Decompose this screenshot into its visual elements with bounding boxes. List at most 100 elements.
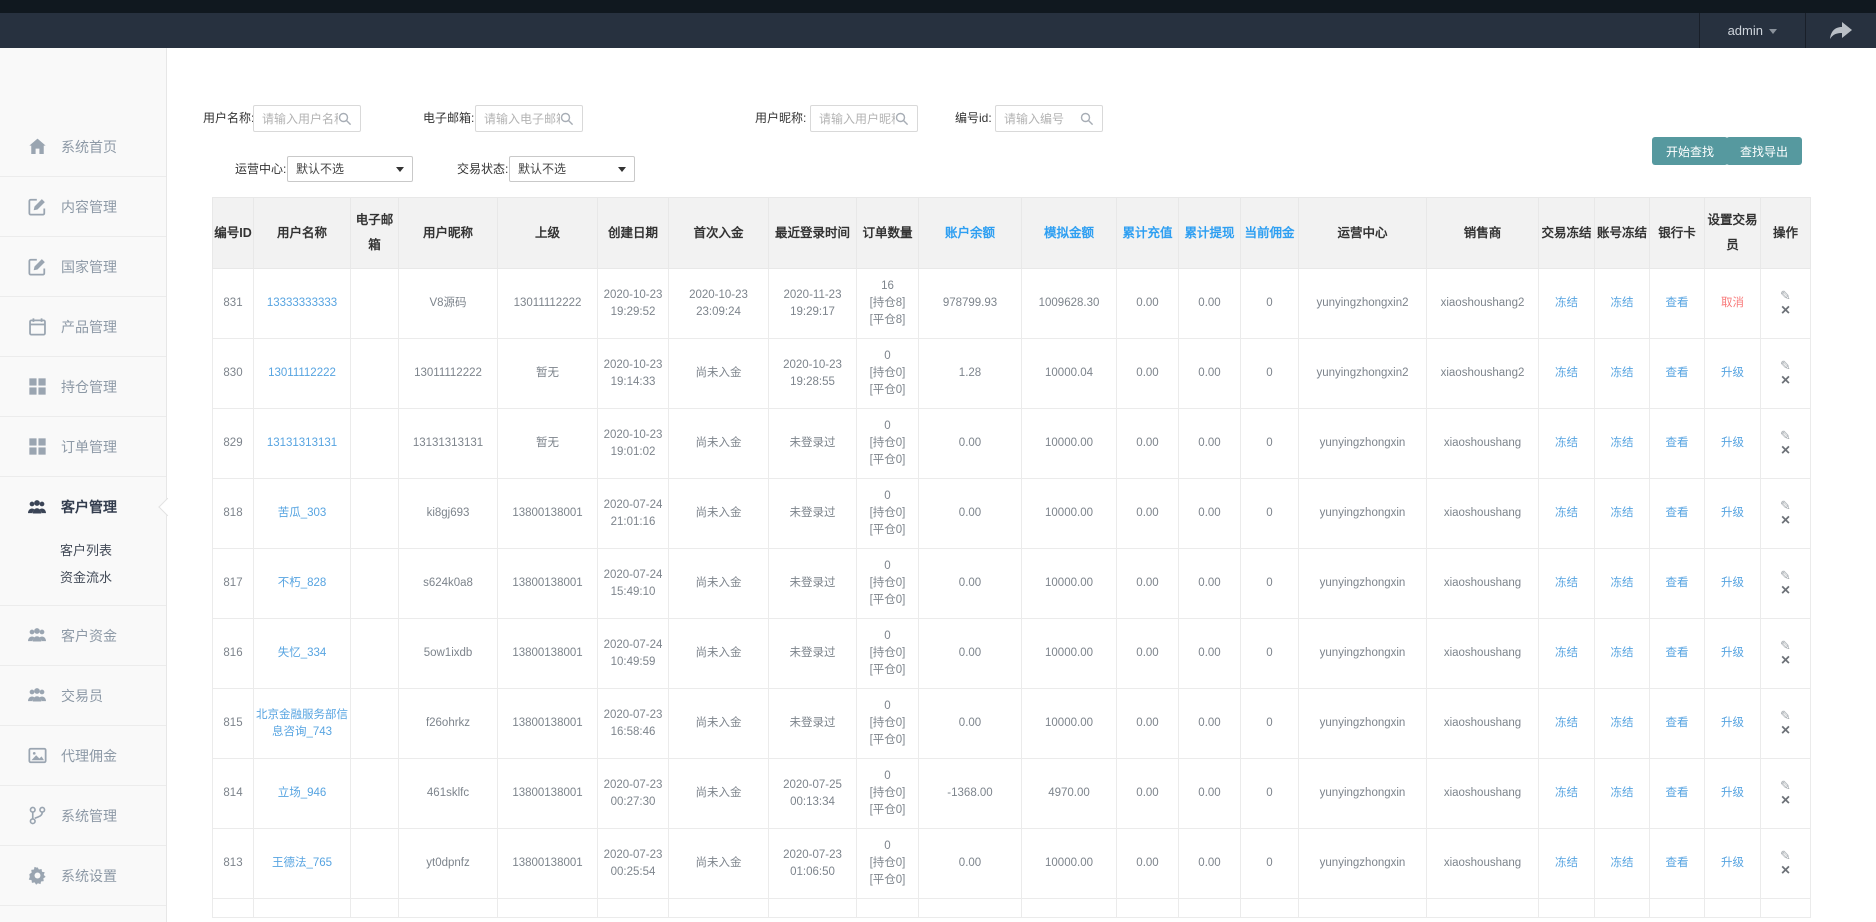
sidebar-item-customer[interactable]: 客户管理 bbox=[0, 477, 166, 537]
user-link[interactable]: 苦瓜_303 bbox=[278, 507, 327, 519]
account-freeze-link[interactable]: 冻结 bbox=[1611, 437, 1634, 449]
sidebar-item-country[interactable]: 国家管理 bbox=[0, 237, 166, 297]
cell-created: 2020-10-23 19:14:33 bbox=[598, 339, 669, 409]
cell-recharge: 0.00 bbox=[1117, 829, 1179, 899]
trade-freeze-link[interactable]: 冻结 bbox=[1555, 577, 1578, 589]
edit-row-icon[interactable]: ✎ bbox=[1780, 779, 1791, 793]
cell-seller: xiaoshoushang2 bbox=[1427, 339, 1539, 409]
account-freeze-link[interactable]: 冻结 bbox=[1611, 857, 1634, 869]
delete-row-icon[interactable]: × bbox=[1781, 794, 1790, 808]
delete-row-icon[interactable]: × bbox=[1781, 304, 1790, 318]
trade-freeze-link[interactable]: 冻结 bbox=[1555, 717, 1578, 729]
sidebar-item-customer-funds[interactable]: 客户资金 bbox=[0, 606, 166, 666]
sidebar-item-content[interactable]: 内容管理 bbox=[0, 177, 166, 237]
trade-freeze-link[interactable]: 冻结 bbox=[1555, 857, 1578, 869]
account-freeze-link[interactable]: 冻结 bbox=[1611, 297, 1634, 309]
set-trader-link[interactable]: 升级 bbox=[1721, 787, 1744, 799]
set-trader-link[interactable]: 取消 bbox=[1721, 297, 1744, 309]
set-trader-link[interactable]: 升级 bbox=[1721, 647, 1744, 659]
trade-freeze-link[interactable]: 冻结 bbox=[1555, 297, 1578, 309]
set-trader-link[interactable]: 升级 bbox=[1721, 437, 1744, 449]
account-freeze-link[interactable]: 冻结 bbox=[1611, 647, 1634, 659]
set-trader-link[interactable]: 升级 bbox=[1721, 367, 1744, 379]
sidebar-subitem-fund-flow[interactable]: 资金流水 bbox=[60, 564, 166, 591]
account-freeze-link[interactable]: 冻结 bbox=[1611, 577, 1634, 589]
delete-row-icon[interactable]: × bbox=[1781, 514, 1790, 528]
account-freeze-link[interactable]: 冻结 bbox=[1611, 507, 1634, 519]
sidebar-item-product[interactable]: 产品管理 bbox=[0, 297, 166, 357]
edit-row-icon[interactable]: ✎ bbox=[1780, 359, 1791, 373]
sidebar-item-position[interactable]: 持仓管理 bbox=[0, 357, 166, 417]
user-link[interactable]: 北京金融服务部信息咨询_743 bbox=[256, 709, 348, 738]
sidebar-item-system[interactable]: 系统管理 bbox=[0, 786, 166, 846]
image-icon bbox=[27, 746, 47, 766]
sidebar-item-settings[interactable]: 系统设置 bbox=[0, 846, 166, 906]
sidebar-item-order[interactable]: 订单管理 bbox=[0, 417, 166, 477]
trade-freeze-link[interactable]: 冻结 bbox=[1555, 367, 1578, 379]
edit-row-icon[interactable]: ✎ bbox=[1780, 429, 1791, 443]
account-freeze-link[interactable]: 冻结 bbox=[1611, 367, 1634, 379]
cell-orders: 0[持仓0][平仓0] bbox=[857, 409, 919, 479]
trade-freeze-link[interactable]: 冻结 bbox=[1555, 787, 1578, 799]
edit-row-icon[interactable]: ✎ bbox=[1780, 849, 1791, 863]
trade-freeze-link[interactable]: 冻结 bbox=[1555, 437, 1578, 449]
bank-card-link[interactable]: 查看 bbox=[1666, 857, 1689, 869]
bank-card-link[interactable]: 查看 bbox=[1666, 787, 1689, 799]
trade-status-select[interactable]: 默认不选 bbox=[509, 156, 635, 182]
user-link[interactable]: 失忆_334 bbox=[278, 647, 327, 659]
bank-card-link[interactable]: 查看 bbox=[1666, 507, 1689, 519]
delete-row-icon[interactable]: × bbox=[1781, 864, 1790, 878]
bank-card-link[interactable]: 查看 bbox=[1666, 647, 1689, 659]
set-trader-link[interactable]: 升级 bbox=[1721, 507, 1744, 519]
grid-icon bbox=[27, 437, 47, 457]
account-freeze-link[interactable]: 冻结 bbox=[1611, 717, 1634, 729]
cell-sim_amount: 1009628.30 bbox=[1022, 269, 1117, 339]
edit-row-icon[interactable]: ✎ bbox=[1780, 289, 1791, 303]
sidebar-subitem-customer-list[interactable]: 客户列表 bbox=[60, 537, 166, 564]
cell-center: yunyingzhongxin bbox=[1299, 479, 1427, 549]
bank-card-link[interactable]: 查看 bbox=[1666, 577, 1689, 589]
user-link[interactable]: 13131313131 bbox=[267, 437, 337, 449]
user-menu[interactable]: admin bbox=[1700, 13, 1805, 48]
delete-row-icon[interactable]: × bbox=[1781, 654, 1790, 668]
topbar-top-strip bbox=[0, 0, 1876, 13]
set-trader-link[interactable]: 升级 bbox=[1721, 717, 1744, 729]
sidebar-item-agent-commission[interactable]: 代理佣金 bbox=[0, 726, 166, 786]
cell-withdraw: 0.00 bbox=[1179, 759, 1241, 829]
sidebar-item-home[interactable]: 系统首页 bbox=[0, 117, 166, 177]
search-icon[interactable] bbox=[338, 112, 352, 126]
export-button[interactable]: 查找导出 bbox=[1726, 137, 1802, 165]
user-link[interactable]: 立场_946 bbox=[278, 787, 327, 799]
logout-button[interactable] bbox=[1806, 13, 1876, 48]
user-link[interactable]: 13011112222 bbox=[268, 367, 336, 379]
cell-seller: xiaoshoushang bbox=[1427, 759, 1539, 829]
delete-row-icon[interactable]: × bbox=[1781, 374, 1790, 388]
search-icon[interactable] bbox=[1080, 112, 1094, 126]
sidebar-item-trader[interactable]: 交易员 bbox=[0, 666, 166, 726]
set-trader-link[interactable]: 升级 bbox=[1721, 857, 1744, 869]
account-freeze-link[interactable]: 冻结 bbox=[1611, 787, 1634, 799]
search-button[interactable]: 开始查找 bbox=[1652, 137, 1728, 165]
edit-row-icon[interactable]: ✎ bbox=[1780, 499, 1791, 513]
trade-freeze-link[interactable]: 冻结 bbox=[1555, 507, 1578, 519]
delete-row-icon[interactable]: × bbox=[1781, 724, 1790, 738]
search-icon[interactable] bbox=[895, 112, 909, 126]
user-link[interactable]: 不朽_828 bbox=[278, 577, 327, 589]
bank-card-link[interactable]: 查看 bbox=[1666, 367, 1689, 379]
edit-row-icon[interactable]: ✎ bbox=[1780, 639, 1791, 653]
delete-row-icon[interactable]: × bbox=[1781, 444, 1790, 458]
trade-freeze-link[interactable]: 冻结 bbox=[1555, 647, 1578, 659]
bank-card-link[interactable]: 查看 bbox=[1666, 297, 1689, 309]
user-link[interactable]: 13333333333 bbox=[267, 297, 337, 309]
user-link[interactable]: 王德法_765 bbox=[272, 857, 332, 869]
edit-row-icon[interactable]: ✎ bbox=[1780, 569, 1791, 583]
bank-card-link[interactable]: 查看 bbox=[1666, 437, 1689, 449]
cell-last_login: 未登录过 bbox=[769, 479, 857, 549]
search-icon[interactable] bbox=[560, 112, 574, 126]
cell-bank_card: 查看 bbox=[1650, 619, 1705, 689]
operation-center-select[interactable]: 默认不选 bbox=[287, 156, 413, 182]
edit-row-icon[interactable]: ✎ bbox=[1780, 709, 1791, 723]
delete-row-icon[interactable]: × bbox=[1781, 584, 1790, 598]
bank-card-link[interactable]: 查看 bbox=[1666, 717, 1689, 729]
set-trader-link[interactable]: 升级 bbox=[1721, 577, 1744, 589]
